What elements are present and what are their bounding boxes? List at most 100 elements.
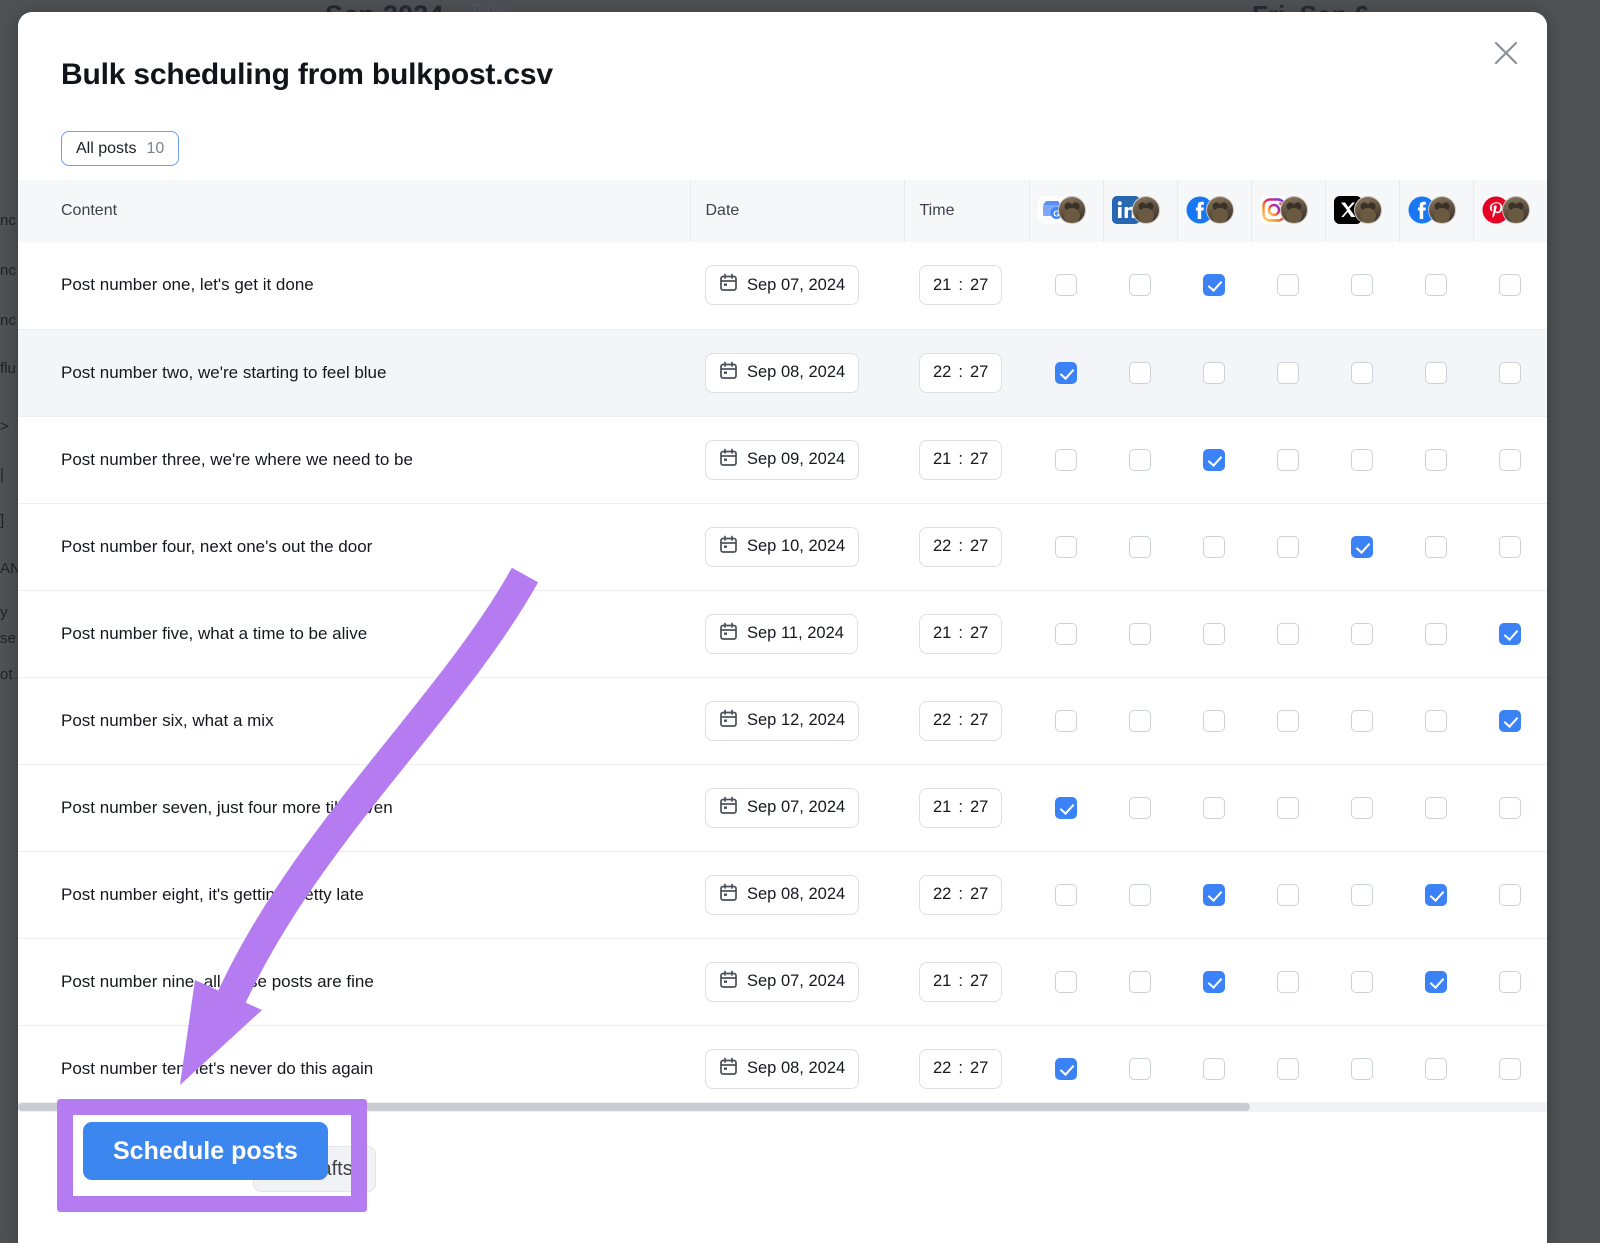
platform-checkbox-pinterest[interactable] bbox=[1499, 796, 1521, 819]
platform-checkbox-facebook1[interactable] bbox=[1203, 274, 1225, 297]
platform-checkbox-facebook1[interactable] bbox=[1203, 535, 1225, 558]
platform-checkbox-facebook2[interactable] bbox=[1425, 709, 1447, 732]
platform-checkbox-instagram[interactable] bbox=[1277, 274, 1299, 297]
platform-checkbox-x[interactable] bbox=[1351, 796, 1373, 819]
platform-checkbox-facebook1[interactable] bbox=[1203, 622, 1225, 645]
date-field[interactable]: Sep 07, 2024 bbox=[705, 265, 860, 306]
date-field[interactable]: Sep 08, 2024 bbox=[705, 1048, 860, 1089]
platform-checkbox-instagram[interactable] bbox=[1277, 448, 1299, 471]
platform-checkbox-facebook1[interactable] bbox=[1203, 883, 1225, 906]
time-field[interactable]: 21:27 bbox=[919, 613, 1003, 654]
date-field[interactable]: Sep 09, 2024 bbox=[705, 439, 860, 480]
column-header-google-business[interactable]: G bbox=[1028, 180, 1103, 242]
post-content-cell[interactable]: Post number seven, just four more til el… bbox=[18, 764, 690, 851]
platform-checkbox-linkedin[interactable] bbox=[1129, 970, 1151, 993]
platform-checkbox-pinterest[interactable] bbox=[1499, 883, 1521, 906]
platform-checkbox-linkedin[interactable] bbox=[1129, 709, 1151, 732]
platform-checkbox-pinterest[interactable] bbox=[1499, 274, 1521, 297]
post-content-cell[interactable]: Post number three, we're where we need t… bbox=[18, 416, 690, 503]
platform-checkbox-gbp[interactable] bbox=[1055, 796, 1077, 819]
platform-checkbox-facebook2[interactable] bbox=[1425, 274, 1447, 297]
platform-checkbox-linkedin[interactable] bbox=[1129, 622, 1151, 645]
platform-checkbox-facebook2[interactable] bbox=[1425, 448, 1447, 471]
platform-checkbox-facebook2[interactable] bbox=[1425, 535, 1447, 558]
platform-checkbox-facebook2[interactable] bbox=[1425, 796, 1447, 819]
platform-checkbox-linkedin[interactable] bbox=[1129, 1057, 1151, 1080]
time-field[interactable]: 22:27 bbox=[919, 700, 1003, 741]
date-field[interactable]: Sep 07, 2024 bbox=[705, 787, 860, 828]
platform-checkbox-facebook1[interactable] bbox=[1203, 709, 1225, 732]
post-content-cell[interactable]: Post number six, what a mix bbox=[18, 677, 690, 764]
time-field[interactable]: 21:27 bbox=[919, 961, 1003, 1002]
platform-checkbox-x[interactable] bbox=[1351, 274, 1373, 297]
post-content-cell[interactable]: Post number five, what a time to be aliv… bbox=[18, 590, 690, 677]
date-field[interactable]: Sep 11, 2024 bbox=[705, 613, 858, 654]
date-field[interactable]: Sep 10, 2024 bbox=[705, 526, 860, 567]
platform-checkbox-gbp[interactable] bbox=[1055, 709, 1077, 732]
platform-checkbox-facebook1[interactable] bbox=[1203, 361, 1225, 384]
scrollbar-thumb[interactable] bbox=[18, 1103, 1250, 1111]
platform-checkbox-x[interactable] bbox=[1351, 1057, 1373, 1080]
close-icon[interactable] bbox=[1489, 36, 1523, 70]
post-content-cell[interactable]: Post number eight, it's getting pretty l… bbox=[18, 851, 690, 938]
time-field[interactable]: 21:27 bbox=[919, 439, 1003, 480]
time-field[interactable]: 22:27 bbox=[919, 526, 1003, 567]
platform-checkbox-x[interactable] bbox=[1351, 361, 1373, 384]
platform-checkbox-instagram[interactable] bbox=[1277, 361, 1299, 384]
platform-checkbox-x[interactable] bbox=[1351, 535, 1373, 558]
date-field[interactable]: Sep 08, 2024 bbox=[705, 874, 860, 915]
time-field[interactable]: 22:27 bbox=[919, 874, 1003, 915]
platform-checkbox-gbp[interactable] bbox=[1055, 1057, 1077, 1080]
platform-checkbox-pinterest[interactable] bbox=[1499, 535, 1521, 558]
schedule-posts-button[interactable]: Schedule posts bbox=[83, 1122, 328, 1180]
platform-checkbox-instagram[interactable] bbox=[1277, 622, 1299, 645]
date-field[interactable]: Sep 07, 2024 bbox=[705, 961, 860, 1002]
platform-checkbox-gbp[interactable] bbox=[1055, 535, 1077, 558]
post-content-cell[interactable]: Post number ten, let's never do this aga… bbox=[18, 1025, 690, 1103]
platform-checkbox-facebook1[interactable] bbox=[1203, 796, 1225, 819]
platform-checkbox-pinterest[interactable] bbox=[1499, 1057, 1521, 1080]
platform-checkbox-facebook1[interactable] bbox=[1203, 448, 1225, 471]
platform-checkbox-facebook2[interactable] bbox=[1425, 361, 1447, 384]
platform-checkbox-linkedin[interactable] bbox=[1129, 274, 1151, 297]
platform-checkbox-facebook2[interactable] bbox=[1425, 622, 1447, 645]
platform-checkbox-linkedin[interactable] bbox=[1129, 796, 1151, 819]
post-content-cell[interactable]: Post number four, next one's out the doo… bbox=[18, 503, 690, 590]
post-content-cell[interactable]: Post number one, let's get it done bbox=[18, 242, 690, 329]
platform-checkbox-x[interactable] bbox=[1351, 883, 1373, 906]
column-header-x-twitter[interactable] bbox=[1324, 180, 1399, 242]
platform-checkbox-pinterest[interactable] bbox=[1499, 448, 1521, 471]
post-content-cell[interactable]: Post number two, we're starting to feel … bbox=[18, 329, 690, 416]
platform-checkbox-gbp[interactable] bbox=[1055, 448, 1077, 471]
date-field[interactable]: Sep 08, 2024 bbox=[705, 352, 860, 393]
platform-checkbox-instagram[interactable] bbox=[1277, 970, 1299, 993]
platform-checkbox-gbp[interactable] bbox=[1055, 361, 1077, 384]
time-field[interactable]: 22:27 bbox=[919, 352, 1003, 393]
platform-checkbox-instagram[interactable] bbox=[1277, 796, 1299, 819]
platform-checkbox-facebook1[interactable] bbox=[1203, 1057, 1225, 1080]
column-header-facebook-2[interactable] bbox=[1398, 180, 1473, 242]
platform-checkbox-x[interactable] bbox=[1351, 970, 1373, 993]
column-header-instagram[interactable] bbox=[1250, 180, 1325, 242]
platform-checkbox-pinterest[interactable] bbox=[1499, 709, 1521, 732]
platform-checkbox-x[interactable] bbox=[1351, 622, 1373, 645]
platform-checkbox-instagram[interactable] bbox=[1277, 883, 1299, 906]
platform-checkbox-facebook2[interactable] bbox=[1425, 883, 1447, 906]
platform-checkbox-pinterest[interactable] bbox=[1499, 970, 1521, 993]
tab-all-posts[interactable]: All posts 10 bbox=[61, 131, 180, 166]
platform-checkbox-linkedin[interactable] bbox=[1129, 535, 1151, 558]
time-field[interactable]: 22:27 bbox=[919, 1048, 1003, 1089]
platform-checkbox-facebook2[interactable] bbox=[1425, 1057, 1447, 1080]
post-content-cell[interactable]: Post number nine, all these posts are fi… bbox=[18, 938, 690, 1025]
platform-checkbox-gbp[interactable] bbox=[1055, 274, 1077, 297]
platform-checkbox-linkedin[interactable] bbox=[1129, 448, 1151, 471]
horizontal-scrollbar[interactable] bbox=[18, 1102, 1547, 1112]
platform-checkbox-facebook2[interactable] bbox=[1425, 970, 1447, 993]
platform-checkbox-x[interactable] bbox=[1351, 709, 1373, 732]
time-field[interactable]: 21:27 bbox=[919, 787, 1003, 828]
platform-checkbox-facebook1[interactable] bbox=[1203, 970, 1225, 993]
time-field[interactable]: 21:27 bbox=[919, 265, 1003, 306]
platform-checkbox-x[interactable] bbox=[1351, 448, 1373, 471]
platform-checkbox-gbp[interactable] bbox=[1055, 970, 1077, 993]
platform-checkbox-pinterest[interactable] bbox=[1499, 622, 1521, 645]
